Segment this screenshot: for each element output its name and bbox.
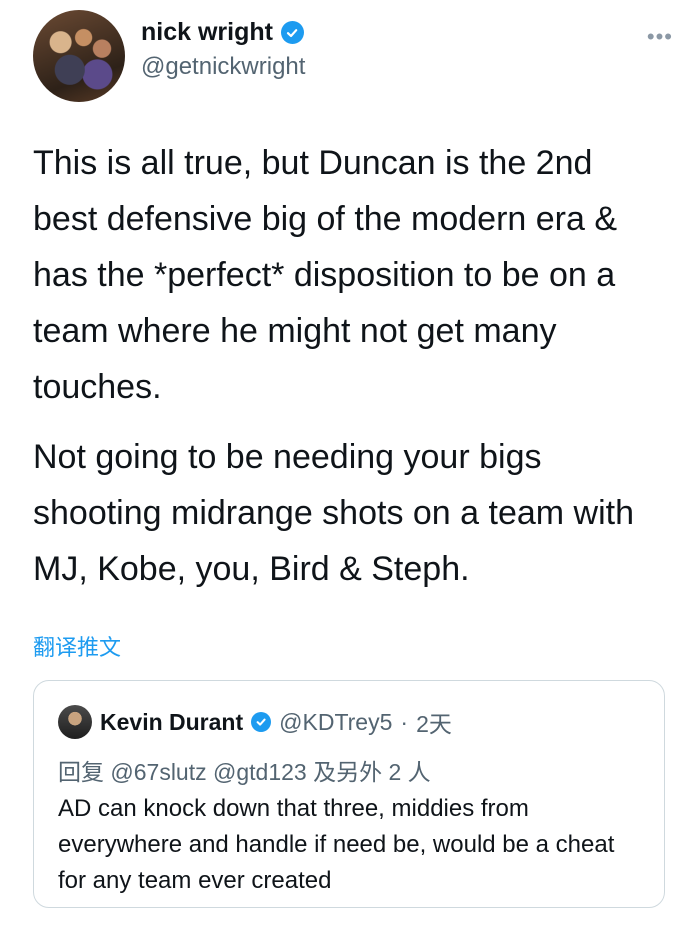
quoted-separator: · <box>400 708 409 735</box>
quoted-tweet-text: AD can knock down that three, middies fr… <box>58 795 615 894</box>
more-options-icon[interactable]: ••• <box>647 24 673 50</box>
tweet-header: nick wright @getnickwright ••• <box>33 10 673 102</box>
tweet-paragraph-2: Not going to be needing your bigs shooti… <box>33 438 635 588</box>
quoted-reply-to: 回复 @67slutz @gtd123 及另外 2 人 <box>58 759 431 785</box>
verified-badge-icon <box>251 712 272 732</box>
quoted-author-display-name[interactable]: Kevin Durant <box>100 709 243 736</box>
quoted-author-avatar[interactable] <box>58 705 92 739</box>
quoted-tweet-header: Kevin Durant @KDTrey5 · 2天 <box>58 705 452 739</box>
author-display-name[interactable]: nick wright <box>141 18 273 47</box>
verified-badge-icon <box>280 21 304 44</box>
author-handle[interactable]: @getnickwright <box>141 53 305 81</box>
tweet-paragraph-1: This is all true, but Duncan is the 2nd … <box>33 144 618 406</box>
display-name-row: nick wright <box>141 18 305 47</box>
quoted-timestamp[interactable]: 2天 <box>416 705 452 739</box>
quoted-author-handle[interactable]: @KDTrey5 <box>279 709 392 736</box>
author-avatar[interactable] <box>33 10 125 102</box>
translate-tweet-link[interactable]: 翻译推文 <box>33 630 121 662</box>
author-names: nick wright @getnickwright <box>141 18 305 81</box>
quoted-tweet-card[interactable]: Kevin Durant @KDTrey5 · 2天 回复 @67slutz @… <box>33 680 665 908</box>
tweet-text: This is all true, but Duncan is the 2nd … <box>33 135 663 611</box>
